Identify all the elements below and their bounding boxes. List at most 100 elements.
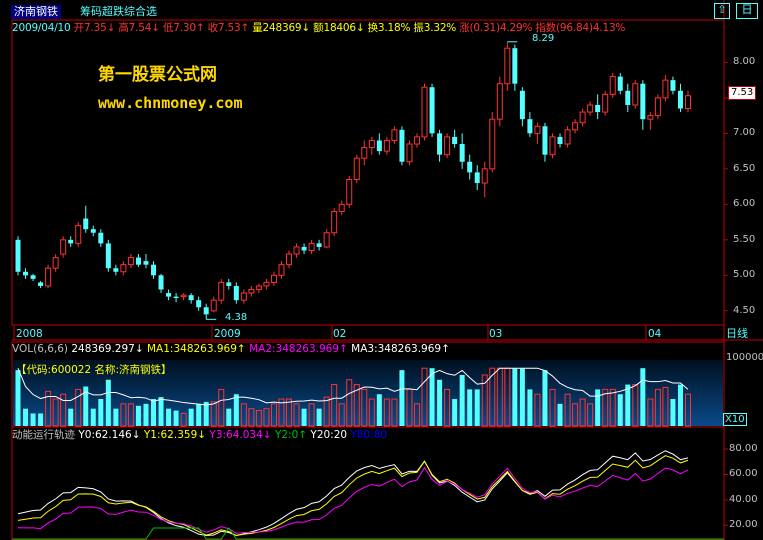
arrow-down-icon: ↓ <box>197 429 207 441</box>
vol-bar-down <box>233 394 239 426</box>
candle-body-up <box>685 95 691 110</box>
vol-bar-down <box>617 394 623 426</box>
candle-body-down <box>188 295 194 301</box>
candle-body-down <box>459 144 465 162</box>
x-label-02: 02 <box>333 328 347 340</box>
candle-body-down <box>15 239 21 272</box>
candle-body-down <box>625 90 631 105</box>
arrow-up-icon: ↑ <box>339 343 348 355</box>
candle-body-up <box>263 281 270 287</box>
price-tick-label: 7.00 <box>733 127 756 139</box>
candle-body-down <box>68 239 74 244</box>
vol-bar-down <box>98 399 104 426</box>
candle-body-down <box>90 229 96 233</box>
candle-body-up <box>549 136 556 156</box>
energy-y2: Y2:0 <box>274 429 299 441</box>
vol-bar-down <box>90 408 96 426</box>
period-label[interactable]: 日线 <box>726 327 748 341</box>
candle-body-down <box>203 307 209 315</box>
quote-low: 低7.30 <box>162 22 196 34</box>
candle-body-up <box>127 257 134 266</box>
candle-body-up <box>255 285 262 291</box>
candle-body-down <box>376 140 382 152</box>
candle-body-up <box>248 289 255 294</box>
arrow-up-icon: ↑ <box>298 429 308 441</box>
vol-bar-down <box>143 403 149 426</box>
candle-body-up <box>308 242 315 251</box>
candle-body-up <box>632 83 639 106</box>
vol-bar-down <box>30 413 36 426</box>
vol-bar-down <box>15 370 21 426</box>
vol-bar-down <box>437 379 443 426</box>
candle-body-up <box>270 274 277 283</box>
quote-amplitude: 振3.32% <box>413 22 457 34</box>
watermark-url: www.chnmoney.com <box>98 94 243 112</box>
vol-bar-down <box>399 370 405 426</box>
energy-y3: Y3:64.034 <box>209 429 263 441</box>
vol-bar-down <box>467 389 473 426</box>
candle-body-down <box>437 133 443 155</box>
candle-body-down <box>226 282 232 286</box>
vol-bar-down <box>68 408 74 426</box>
candle-body-down <box>617 76 623 91</box>
arrow-down-icon: ↓ <box>355 22 365 34</box>
candle-body-up <box>383 139 390 152</box>
arrow-down-icon: ↓ <box>131 429 141 441</box>
vol-bar-down <box>105 379 111 426</box>
arrow-down-icon: ↓ <box>106 22 116 34</box>
candle-body-down <box>105 243 111 269</box>
candle-body-up <box>587 104 594 113</box>
last-price-tag: 7.53 <box>728 86 757 100</box>
quote-open: 开7.35 <box>73 22 107 34</box>
candle-body-up <box>278 264 285 276</box>
vol-bar-down <box>519 368 525 426</box>
candle-body-up <box>444 136 451 156</box>
expand-icon[interactable]: ⇧ <box>714 3 730 19</box>
energy-lines <box>12 450 724 540</box>
energy-y0: Y0:62.146 <box>78 429 132 441</box>
vol-bar-down <box>158 397 164 426</box>
price-tick-label: 4.50 <box>733 304 756 316</box>
candle-body-up <box>406 143 413 163</box>
quote-turnover: 换3.18% <box>367 22 411 34</box>
candle-body-down <box>233 285 239 301</box>
candle-body-down <box>399 129 405 162</box>
x-label-2008: 2008 <box>16 328 43 340</box>
vol-bar-down <box>557 403 563 426</box>
vol-bar-down <box>474 389 480 426</box>
stock-name-title[interactable]: 济南钢铁 <box>11 5 61 19</box>
vol-bar-down <box>512 368 518 426</box>
candle-body-up <box>421 86 428 138</box>
candle-body-down <box>30 275 36 279</box>
arrow-down-icon: ↓ <box>301 22 311 34</box>
candle-body-down <box>38 282 44 286</box>
quote-date: 2009/04/10 <box>12 22 71 34</box>
candle-body-down <box>301 246 307 251</box>
energy-header: 动能运行轨迹 Y0:62.146↓ Y1:62.359↓ Y3:64.034↓ … <box>12 428 387 442</box>
vol-bar-down <box>38 413 44 426</box>
candle-body-up <box>353 157 360 181</box>
vol-bar-down <box>301 408 307 426</box>
candle-body-up <box>331 210 338 234</box>
indicator-name-title[interactable]: 筹码超跌综合选 <box>80 5 157 19</box>
vol-bar-down <box>640 368 646 426</box>
price-tick-label: 8.00 <box>733 56 756 68</box>
vol-value: 248369.297 <box>71 343 135 355</box>
candle-body-up <box>391 129 398 141</box>
candle-body-down <box>595 104 601 113</box>
price-tick-label: 5.50 <box>733 233 756 245</box>
x-label-2009: 2009 <box>214 328 241 340</box>
price-tick-label: 5.00 <box>733 269 756 281</box>
candle-body-up <box>481 168 488 184</box>
vol-bar-down <box>670 399 676 426</box>
candle-body-up <box>240 292 247 301</box>
candle-body-up <box>180 294 187 298</box>
energy-signal-line <box>12 527 724 540</box>
vol-tick-100000: 100000 <box>726 352 763 363</box>
vol-bar-down <box>166 408 172 426</box>
quote-high: 高7.54 <box>118 22 152 34</box>
candle-body-up <box>496 83 503 120</box>
energy-tick-label: 20.00 <box>729 519 758 531</box>
period-toggle-button[interactable]: 日 <box>736 3 758 19</box>
vol-bar-down <box>113 408 119 426</box>
